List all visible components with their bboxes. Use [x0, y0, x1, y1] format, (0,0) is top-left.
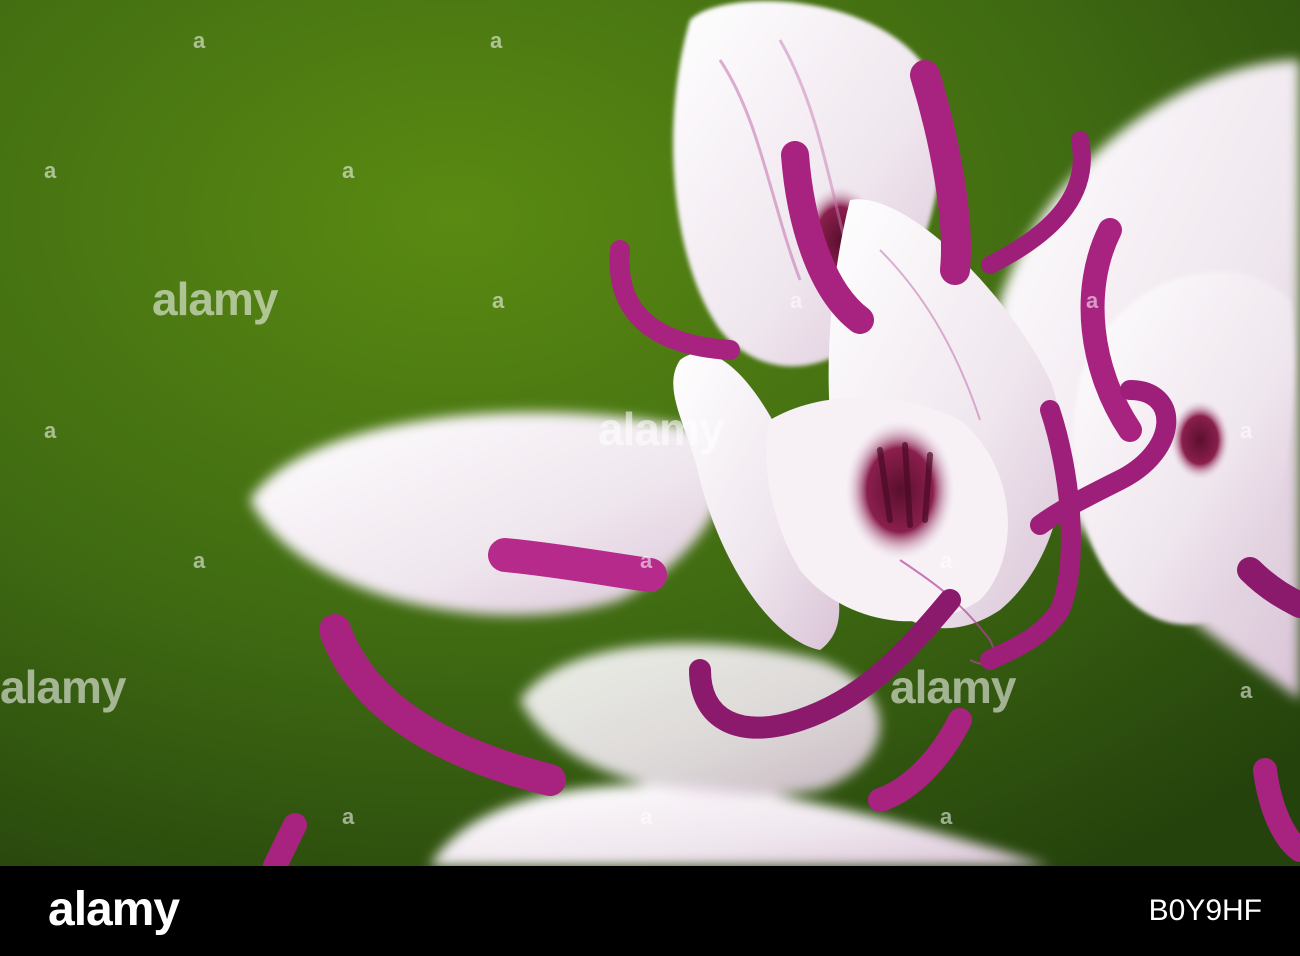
footer-bar: alamy B0Y9HF: [0, 866, 1300, 956]
orchid-photo: alamy alamy alamy alamy a a a a a a a a …: [0, 0, 1300, 866]
image-id: B0Y9HF: [1148, 894, 1262, 927]
alamy-logo: alamy: [48, 883, 180, 936]
stock-photo: alamy alamy alamy alamy a a a a a a a a …: [0, 0, 1300, 956]
orchid-illustration: [0, 0, 1300, 866]
